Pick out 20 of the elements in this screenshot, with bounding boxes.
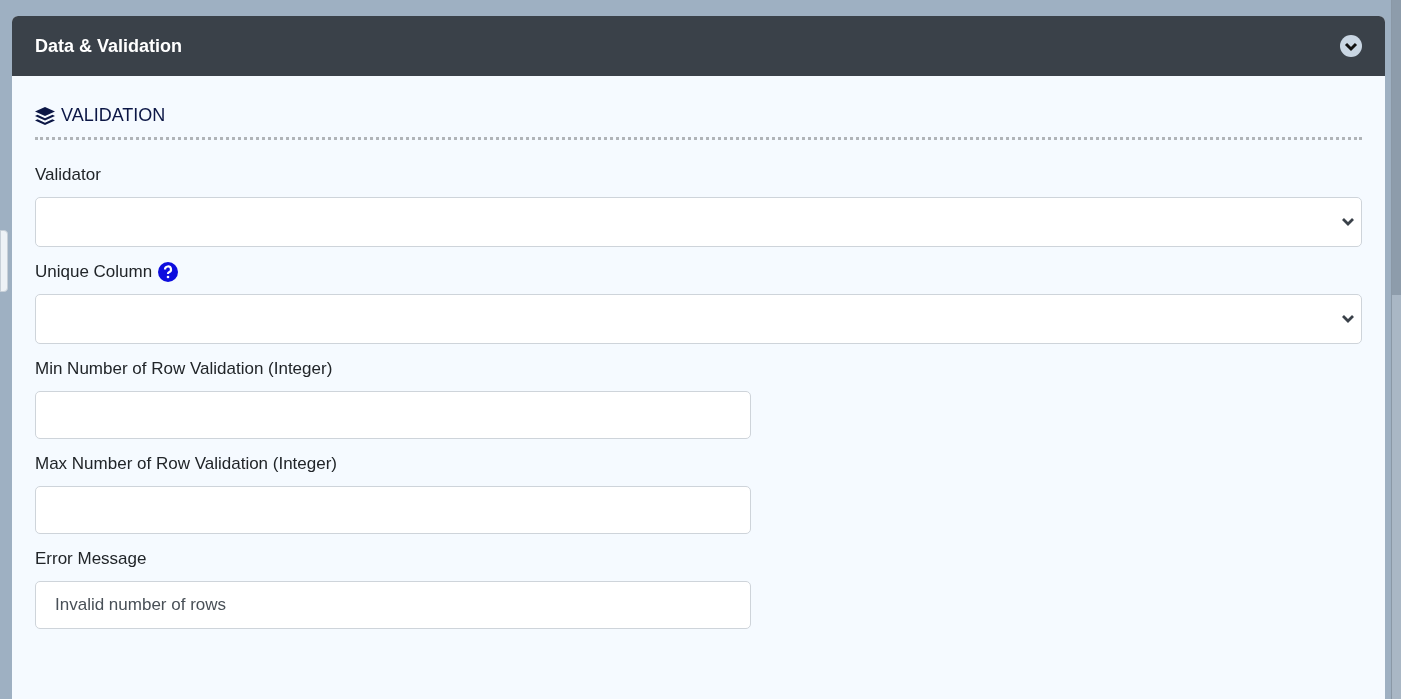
side-tab[interactable] [0, 230, 8, 292]
panel-title: Data & Validation [35, 34, 183, 58]
layers-icon [35, 106, 55, 125]
field-label: Unique Column [35, 261, 153, 284]
field-label: Min Number of Row Validation (Integer) [35, 358, 333, 381]
dropdown-field[interactable] [35, 294, 1362, 344]
collapse-toggle-icon[interactable] [1340, 35, 1362, 57]
scrollbar-thumb[interactable] [1392, 0, 1401, 295]
input-field[interactable] [35, 391, 751, 439]
scrollbar[interactable] [1391, 0, 1401, 699]
dropdown-field[interactable] [35, 197, 1362, 247]
help-icon[interactable] [158, 262, 179, 282]
input-field[interactable]: Invalid number of rows [35, 581, 751, 629]
caret-icon [1341, 314, 1355, 324]
section-title: VALIDATION [61, 104, 166, 127]
field-label: Validator [35, 164, 101, 187]
input-field[interactable] [35, 486, 751, 534]
caret-icon [1341, 217, 1355, 227]
field-label: Max Number of Row Validation (Integer) [35, 453, 338, 476]
field-label: Error Message [35, 548, 147, 571]
